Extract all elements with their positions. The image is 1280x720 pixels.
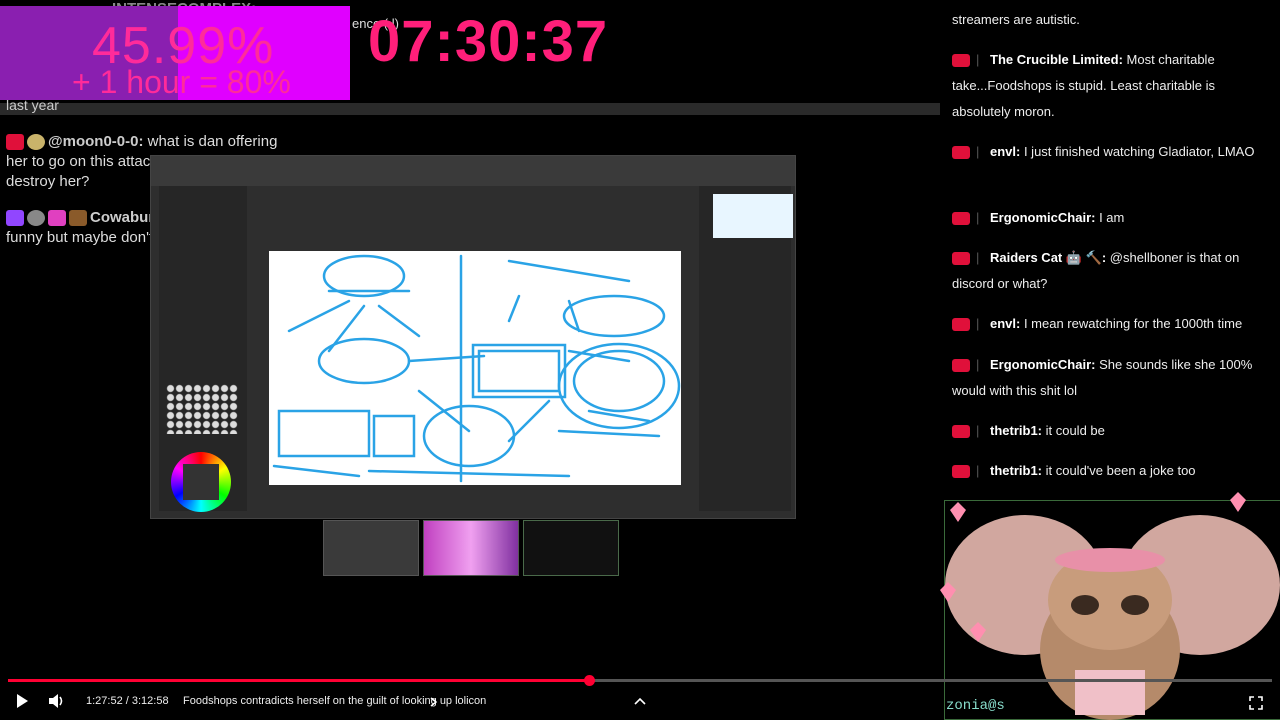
chat-author: envl: <box>990 144 1021 159</box>
chat-author: Raiders Cat 🤖 🔨: <box>990 250 1107 265</box>
progress-fill <box>8 679 589 682</box>
fullscreen-icon[interactable] <box>1249 696 1263 710</box>
divider-icon: | <box>976 463 980 478</box>
thumbnail-strip <box>323 520 623 576</box>
right-chat-message: | thetrib1: it could've been a joke too <box>952 458 1272 484</box>
drawing-canvas <box>269 251 681 485</box>
right-chat-message: | ErgonomicChair: She sounds like she 100… <box>952 352 1272 404</box>
divider-icon: | <box>976 144 980 159</box>
chat-author: ErgonomicChair: <box>990 357 1096 372</box>
divider-icon: | <box>976 316 980 331</box>
shared-screen-window <box>150 155 796 519</box>
color-picker-square <box>183 464 219 500</box>
emoji-badge-icon <box>27 134 45 151</box>
divider-icon: | <box>976 52 980 67</box>
youtube-icon <box>952 318 970 332</box>
brush-swatches <box>166 384 238 434</box>
divider-icon: | <box>976 357 980 372</box>
volume-icon[interactable] <box>48 693 66 709</box>
avatar-icon <box>27 210 45 227</box>
sub-badge-icon <box>69 210 87 227</box>
thumbnail-item[interactable] <box>523 520 619 576</box>
navigator-thumbnail <box>713 194 793 238</box>
youtube-icon <box>952 252 970 266</box>
youtube-icon <box>952 425 970 439</box>
right-chat-message: | ErgonomicChair: I am <box>952 205 1272 231</box>
gem-badge-icon <box>48 210 66 227</box>
chevron-right-icon[interactable] <box>430 697 438 707</box>
chat-author: The Crucible Limited: <box>990 52 1123 67</box>
app-toolbar <box>151 156 795 186</box>
chat-author: ErgonomicChair: <box>990 210 1096 225</box>
right-chat-message: | The Crucible Limited: Most charitable t… <box>952 47 1272 125</box>
time-display: 1:27:52 / 3:12:58 <box>86 695 169 707</box>
divider-strip <box>0 103 940 115</box>
chat-author: @moon0-0-0: <box>48 133 144 150</box>
chat-author: thetrib1: <box>990 423 1042 438</box>
youtube-icon <box>952 146 970 160</box>
webcam-label: zonia@s <box>946 698 1005 714</box>
right-chat-message: | Raiders Cat 🤖 🔨: @shellboner is that on… <box>952 245 1272 297</box>
sketch-drawing <box>272 254 681 483</box>
progress-scrubber[interactable] <box>584 675 595 686</box>
thumbnail-item[interactable] <box>323 520 419 576</box>
right-chat-message: | thetrib1: it could be <box>952 418 1272 444</box>
twitch-badge-icon <box>6 210 24 227</box>
youtube-icon <box>952 359 970 373</box>
chat-text: it could be <box>1042 423 1105 438</box>
chat-previous-line: last year <box>6 97 59 113</box>
play-icon[interactable] <box>14 693 30 709</box>
right-chat-message: | envl: I just finished watching Gladiato… <box>952 139 1272 165</box>
youtube-icon <box>952 54 970 68</box>
chat-author: envl: <box>990 316 1021 331</box>
right-chat-message: | envl: I mean rewatching for the 1000th … <box>952 311 1272 337</box>
divider-icon: | <box>976 423 980 438</box>
percent-subtext: + 1 hour = 80% <box>72 64 291 100</box>
thumbnail-item[interactable] <box>423 520 519 576</box>
divider-icon: | <box>976 250 980 265</box>
divider-icon: | <box>976 210 980 225</box>
percent-overlay: 45.99% + 1 hour = 80% <box>0 6 350 100</box>
youtube-badge-icon <box>6 134 24 151</box>
chat-text: it could've been a joke too <box>1042 463 1196 478</box>
youtube-icon <box>952 212 970 226</box>
right-chat-fragment: streamers are autistic. <box>952 12 1080 27</box>
chat-text: I just finished watching Gladiator, LMAO <box>1020 144 1255 159</box>
chat-text: I am <box>1095 210 1125 225</box>
chat-author: thetrib1: <box>990 463 1042 478</box>
youtube-icon <box>952 465 970 479</box>
video-title[interactable]: Foodshops contradicts herself on the gui… <box>183 695 486 707</box>
moth-mascot-image <box>940 492 1280 720</box>
chat-text: I mean rewatching for the 1000th time <box>1020 316 1243 331</box>
stream-timer: 07:30:37 <box>368 9 609 74</box>
chevron-up-icon[interactable] <box>634 697 646 705</box>
